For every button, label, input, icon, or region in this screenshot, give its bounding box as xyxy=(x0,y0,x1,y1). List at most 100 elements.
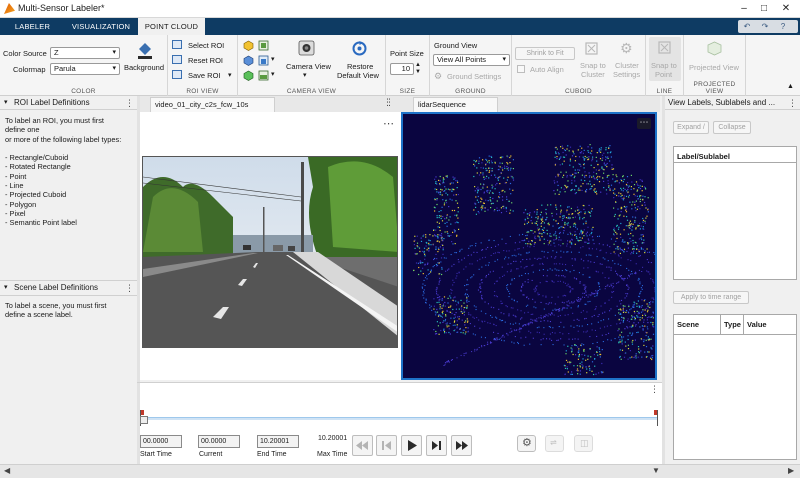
lidar-point xyxy=(569,302,571,304)
rewind-button[interactable] xyxy=(352,435,373,456)
time-slider-track[interactable] xyxy=(144,417,658,420)
close-icon[interactable]: ✕ xyxy=(776,2,796,15)
collapse-toolstrip-icon[interactable]: ▲ xyxy=(787,83,794,90)
fast-forward-button[interactable] xyxy=(451,435,472,456)
camera-view-button[interactable]: Camera View xyxy=(286,62,331,71)
axes-toolbar-icon[interactable]: ⋯ xyxy=(637,118,651,129)
background-button[interactable]: Background xyxy=(124,63,164,72)
scene-column[interactable]: Scene xyxy=(677,320,699,329)
tab-labeler[interactable]: LABELER xyxy=(0,18,65,35)
snap-cluster-line1[interactable]: Snap to xyxy=(580,61,606,70)
sync-button[interactable]: ⇌ xyxy=(545,435,564,452)
point-cloud-view[interactable] xyxy=(403,114,655,378)
collapse-arrow-icon[interactable]: ▾ xyxy=(4,96,8,110)
lidar-point xyxy=(527,245,529,247)
collapse-arrow-icon[interactable]: ▾ xyxy=(4,281,8,295)
collapse-button[interactable]: Collapse xyxy=(713,121,751,134)
reset-roi-button[interactable]: Reset ROI xyxy=(188,56,223,65)
undo-icon[interactable]: ↶ xyxy=(738,20,756,33)
lidar-panel[interactable]: ⋯ xyxy=(401,112,657,380)
shrink-to-fit-button[interactable]: Shrink to Fit xyxy=(515,47,575,60)
select-roi-button[interactable]: Select ROI xyxy=(188,41,224,50)
step-back-button[interactable] xyxy=(376,435,397,456)
tab-visualization[interactable]: VISUALIZATION xyxy=(65,18,137,35)
more-options-icon[interactable]: ⋮ xyxy=(788,96,797,110)
color-source-dropdown[interactable]: Z ▾ xyxy=(50,47,120,59)
point-size-input[interactable]: 10 xyxy=(390,63,414,75)
save-roi-button[interactable]: Save ROI xyxy=(188,71,221,80)
play-button[interactable] xyxy=(401,435,422,456)
projected-view-icon[interactable] xyxy=(706,40,723,59)
lidar-point xyxy=(613,230,616,232)
cluster-settings-line2[interactable]: Settings xyxy=(613,70,640,79)
lidar-point xyxy=(543,238,545,240)
scroll-right-icon[interactable]: ▶ xyxy=(788,466,794,475)
ground-view-dropdown[interactable]: View All Points ▾ xyxy=(433,54,510,66)
video-frame[interactable] xyxy=(142,156,398,348)
chevron-down-icon[interactable]: ▾ xyxy=(303,71,307,79)
current-time-thumb[interactable] xyxy=(140,416,148,424)
restore-line1[interactable]: Restore xyxy=(347,62,373,71)
spinner-icon[interactable]: ▲ ▼ xyxy=(415,62,421,76)
chevron-down-icon[interactable]: ▾ xyxy=(271,55,275,63)
collapse-bottom-icon[interactable]: ▼ xyxy=(652,466,660,475)
scroll-left-icon[interactable]: ◀ xyxy=(4,466,10,475)
projected-view-button[interactable]: Projected View xyxy=(689,63,739,72)
lidar-point xyxy=(502,334,504,336)
more-options-icon[interactable]: ⋮ xyxy=(125,96,134,110)
auto-align-checkbox[interactable] xyxy=(517,65,525,73)
end-flag-icon[interactable] xyxy=(653,410,658,426)
snap-cluster-line2[interactable]: Cluster xyxy=(581,70,605,79)
lidar-point xyxy=(456,272,458,274)
colormap-dropdown[interactable]: Parula ▾ xyxy=(50,63,120,75)
help-icon[interactable]: ? xyxy=(774,20,792,33)
start-time-field[interactable]: 00.0000 xyxy=(140,435,182,448)
restore-view-icon[interactable] xyxy=(351,40,368,59)
ground-settings-button[interactable]: Ground Settings xyxy=(447,72,501,81)
lidar-point xyxy=(433,305,435,307)
lidar-point xyxy=(577,214,579,216)
more-options-icon[interactable]: ⋮ xyxy=(383,97,392,108)
lidar-point xyxy=(439,277,441,279)
chevron-down-icon[interactable]: ▾ xyxy=(228,71,232,79)
more-options-icon[interactable]: ⋮ xyxy=(650,384,659,395)
chevron-down-icon[interactable]: ▾ xyxy=(271,70,275,78)
lidar-point xyxy=(568,338,570,340)
cube-blue-icon[interactable] xyxy=(243,55,254,68)
label-sublabel-column[interactable]: Label/Sublabel xyxy=(677,152,730,161)
lidar-point xyxy=(574,258,576,260)
cube-green-icon[interactable] xyxy=(243,70,254,83)
camera-icon[interactable] xyxy=(298,40,315,58)
lidar-point xyxy=(531,322,533,324)
value-column[interactable]: Value xyxy=(747,320,767,329)
cluster-settings-line1[interactable]: Cluster xyxy=(615,61,639,70)
current-time-field[interactable]: 00.0000 xyxy=(198,435,240,448)
type-column[interactable]: Type xyxy=(724,320,742,329)
maximize-icon[interactable]: □ xyxy=(754,2,774,15)
end-time-field[interactable]: 10.20001 xyxy=(257,435,299,448)
axes-toolbar-icon[interactable]: ⋯ xyxy=(383,117,394,130)
lidar-point xyxy=(642,199,644,201)
tab-point-cloud[interactable]: POINT CLOUD xyxy=(138,18,205,35)
front-view-icon[interactable] xyxy=(258,55,269,68)
grid-view-icon[interactable] xyxy=(258,40,269,53)
side-view-icon[interactable] xyxy=(258,70,269,83)
lidar-point xyxy=(595,373,597,375)
restore-line2[interactable]: Default View xyxy=(337,71,379,80)
redo-icon[interactable]: ↷ xyxy=(756,20,774,33)
video-tab[interactable]: video_01_city_c2s_fcw_10s xyxy=(150,97,275,112)
expand-button[interactable]: Expand / xyxy=(673,121,709,134)
apply-time-range-button[interactable]: Apply to time range xyxy=(673,291,749,304)
paint-bucket-icon[interactable] xyxy=(136,41,154,61)
playback-settings-button[interactable]: ⚙ xyxy=(517,435,536,452)
lidar-tab[interactable]: lidarSequence xyxy=(413,97,498,112)
export-frame-button[interactable]: ◫ xyxy=(574,435,593,452)
cube-yellow-icon[interactable] xyxy=(243,40,254,53)
minimize-icon[interactable]: – xyxy=(734,2,754,15)
snap-to-cluster-icon[interactable] xyxy=(584,41,599,58)
lidar-point xyxy=(652,345,654,347)
cluster-settings-gear-icon[interactable]: ⚙ xyxy=(620,40,633,57)
more-options-icon[interactable]: ⋮ xyxy=(125,281,134,295)
lidar-point xyxy=(558,158,560,160)
step-forward-button[interactable] xyxy=(426,435,447,456)
